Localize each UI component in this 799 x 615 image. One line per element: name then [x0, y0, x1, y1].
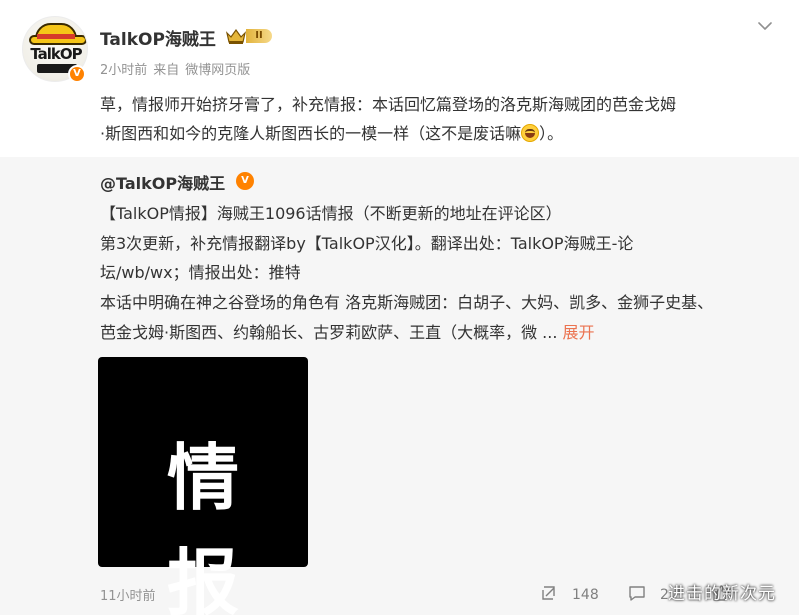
post-time[interactable]: 2小时前 — [100, 63, 147, 78]
post-text-line: ·斯图西和如今的克隆人斯图西长的一模一样（这不是废话嘛）。 — [100, 124, 564, 143]
repost-verified-icon: V — [236, 172, 254, 190]
repost-button[interactable]: 148 — [540, 584, 599, 603]
repost-text-line: 本话中明确在神之谷登场的角色有 洛克斯海贼团：白胡子、大妈、凯多、金狮子史基、 — [100, 293, 714, 312]
source-prefix: 来自 — [153, 63, 180, 78]
laugh-cry-emoji-icon — [521, 124, 540, 142]
hat-band — [37, 34, 75, 39]
post-meta: 2小时前 来自 微博网页版 — [100, 59, 250, 78]
avatar-logo-text: TalkOP — [30, 45, 82, 63]
repost-icon — [542, 586, 555, 600]
repost-time[interactable]: 11小时前 — [100, 585, 156, 604]
verified-icon: V — [68, 65, 86, 83]
straw-hat-icon — [29, 23, 87, 45]
comment-icon — [629, 586, 645, 601]
repost-text-line: 坛/wb/wx；情报出处：推特 — [100, 263, 301, 282]
comment-button[interactable]: 2 — [628, 584, 669, 603]
post-text: 草，情报师开始挤牙膏了，补充情报：本话回忆篇登场的洛克斯海贼团的芭金戈姆 ·斯图… — [100, 90, 780, 148]
repost-text-line: 芭金戈姆·斯图西、约翰船长、古罗莉欧萨、王直（大概率，微 ... 展开 — [100, 323, 595, 342]
repost-author[interactable]: @TalkOP海贼王 — [100, 170, 225, 194]
author-name[interactable]: TalkOP海贼王 — [100, 25, 216, 50]
post-source[interactable]: 微博网页版 — [185, 63, 250, 78]
crown-icon[interactable] — [225, 27, 247, 45]
watermark: 进击的新次元 — [668, 584, 776, 604]
post-text-line: 草，情报师开始挤牙膏了，补充情报：本话回忆篇登场的洛克斯海贼团的芭金戈姆 — [100, 95, 677, 114]
repost-text-line: 【TalkOP情报】海贼王1096话情报（不断更新的地址在评论区） — [100, 204, 562, 223]
expand-link[interactable]: 展开 — [563, 323, 595, 342]
chevron-down-icon[interactable] — [755, 16, 775, 36]
weibo-post: TalkOP V TalkOP海贼王 II 2小时前 来自 微博网页版 草，情报师开… — [0, 0, 799, 615]
repost-text-line: 第3次更新，补充情报翻译by【TalkOP汉化】。翻译出处：TalkOP海贼王-… — [100, 234, 634, 253]
repost-count: 148 — [572, 587, 599, 603]
repost-image[interactable]: 情报 — [98, 357, 308, 615]
level-badge: II — [246, 29, 272, 43]
